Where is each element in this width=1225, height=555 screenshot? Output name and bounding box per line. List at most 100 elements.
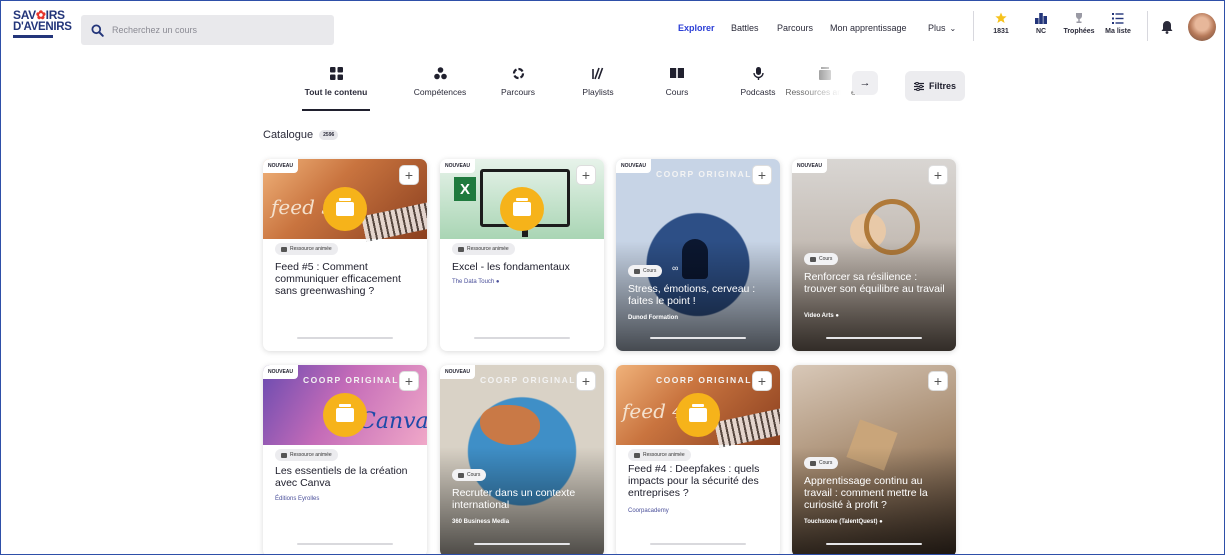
type-label: Ressource animée	[643, 452, 685, 458]
filters-label: Filtres	[928, 81, 956, 91]
trophy-icon	[1059, 11, 1099, 25]
card-author: Coorpacademy	[628, 508, 669, 514]
add-to-list-button[interactable]: +	[399, 165, 419, 185]
card-author: Touchstone (TalentQuest) ●	[804, 519, 883, 525]
keyboard-graphic	[361, 202, 427, 242]
tab-label: Playlists	[582, 87, 614, 97]
my-list-label: Ma liste	[1105, 28, 1131, 35]
new-badge: NOUVEAU	[616, 159, 652, 173]
nav-apprentissage[interactable]: Mon apprentissage	[830, 23, 907, 33]
content-card[interactable]: NOUVEAU COORP ORIGINAL + Cours Recruter …	[440, 365, 604, 554]
content-card[interactable]: X NOUVEAU + Ressource animée Excel - les…	[440, 159, 604, 351]
tab-tout-le-contenu[interactable]: Tout le contenu	[296, 61, 376, 111]
nav-divider-2	[1147, 11, 1148, 41]
card-title: Stress, émotions, cerveau : faites le po…	[628, 283, 756, 307]
card-author: Video Arts ●	[804, 313, 839, 319]
content-card[interactable]: NOUVEAU COORP ORIGINAL + Cours ∞ Stress,…	[616, 159, 780, 351]
nav-explorer[interactable]: Explorer	[678, 23, 715, 33]
type-label: Cours	[467, 472, 481, 478]
tab-label: Tout le contenu	[304, 87, 368, 97]
new-badge: NOUVEAU	[792, 159, 828, 173]
tab-competences[interactable]: Compétences	[400, 61, 480, 111]
tabs-next-button[interactable]: →	[852, 71, 878, 95]
logo[interactable]: SAV✿IRS D'AVENIRS	[13, 8, 72, 41]
rank-counter[interactable]: NC	[1021, 11, 1061, 35]
progress-bar	[297, 337, 393, 339]
content-card[interactable]: NOUVEAU + Cours Renforcer sa résilience …	[792, 159, 956, 351]
author-name: Video Arts	[804, 313, 834, 319]
rank-value: NC	[1035, 28, 1047, 35]
tab-label: Parcours	[500, 87, 535, 97]
author-name: The Data Touch	[452, 279, 495, 285]
card-author: The Data Touch ●	[452, 279, 500, 285]
bell-icon[interactable]	[1161, 20, 1173, 34]
grid-icon	[296, 65, 376, 81]
add-to-list-button[interactable]: +	[752, 371, 772, 391]
content-card[interactable]: feed 5 NOUVEAU + Ressource animée Feed #…	[263, 159, 427, 351]
avatar[interactable]	[1188, 13, 1216, 41]
verified-icon: ●	[835, 313, 839, 319]
tab-label: Compétences	[413, 87, 467, 97]
filter-icon	[913, 81, 924, 91]
type-tag: Cours	[452, 469, 487, 481]
animated-resource-icon	[323, 187, 367, 231]
book-mini-icon	[458, 472, 464, 478]
add-to-list-button[interactable]: +	[576, 371, 596, 391]
type-label: Cours	[819, 460, 833, 466]
type-tag: Ressource animée	[275, 449, 338, 461]
search-box[interactable]	[81, 15, 334, 45]
add-to-list-button[interactable]: +	[576, 165, 596, 185]
type-tag: Ressource animée	[628, 449, 691, 461]
type-label: Ressource animée	[290, 246, 332, 252]
logo-text-2: D'AVENIRS	[13, 21, 72, 33]
nav-battles[interactable]: Battles	[731, 23, 759, 33]
stars-value: 1831	[993, 28, 1009, 35]
my-list-link[interactable]: Ma liste	[1098, 11, 1138, 35]
tab-cours[interactable]: Cours	[637, 61, 717, 111]
card-author: Éditions Eyrolles	[275, 496, 320, 502]
tab-parcours[interactable]: Parcours	[478, 61, 558, 111]
new-badge: NOUVEAU	[263, 159, 299, 173]
tab-playlists[interactable]: Playlists	[558, 61, 638, 111]
trophies-link[interactable]: Trophées	[1059, 11, 1099, 35]
progress-bar	[826, 543, 922, 545]
card-author: 360 Business Media	[452, 519, 510, 525]
content-card[interactable]: + Cours Apprentissage continu au travail…	[792, 365, 956, 554]
list-icon	[1098, 11, 1138, 25]
logo-text-1b: IRS	[45, 8, 65, 22]
filters-button[interactable]: Filtres	[905, 71, 965, 101]
resource-mini-icon	[458, 246, 464, 252]
type-tag: Ressource animée	[275, 243, 338, 255]
skills-icon	[400, 65, 480, 81]
link-icon: ∞	[672, 263, 679, 273]
card-title: Feed #5 : Comment communiquer efficaceme…	[275, 261, 401, 297]
resource-mini-icon	[281, 246, 287, 252]
tab-label: Cours	[665, 87, 689, 97]
add-to-list-button[interactable]: +	[928, 165, 948, 185]
add-to-list-button[interactable]: +	[399, 371, 419, 391]
verified-icon: ●	[495, 279, 500, 285]
nav-divider	[973, 11, 974, 41]
type-label: Ressource animée	[290, 452, 332, 458]
thumb-text: Canva	[359, 409, 427, 434]
search-input[interactable]	[112, 25, 312, 35]
nav-plus[interactable]: Plus ⌄	[928, 23, 956, 33]
search-icon	[91, 23, 104, 37]
stars-counter[interactable]: 1831	[981, 11, 1021, 35]
arrow-right-icon: →	[859, 77, 871, 89]
animated-resource-icon	[500, 187, 544, 231]
add-to-list-button[interactable]: +	[928, 371, 948, 391]
animated-resource-icon	[323, 393, 367, 437]
nav-parcours[interactable]: Parcours	[777, 23, 813, 33]
content-card[interactable]: feed 4 COORP ORIGINAL + Ressource animée…	[616, 365, 780, 554]
type-tag: Cours	[804, 253, 839, 265]
type-tag: Cours	[628, 265, 663, 277]
add-to-list-button[interactable]: +	[752, 165, 772, 185]
resource-mini-icon	[281, 452, 287, 458]
top-bar: SAV✿IRS D'AVENIRS Explorer Battles Parco…	[1, 1, 1224, 49]
catalog-header: Catalogue 2596	[263, 129, 339, 141]
content-card[interactable]: Canva NOUVEAU COORP ORIGINAL + Ressource…	[263, 365, 427, 554]
resource-mini-icon	[634, 452, 640, 458]
author-name: Touchstone (TalentQuest)	[804, 519, 878, 525]
coorp-original-label: COORP ORIGINAL	[480, 375, 576, 385]
